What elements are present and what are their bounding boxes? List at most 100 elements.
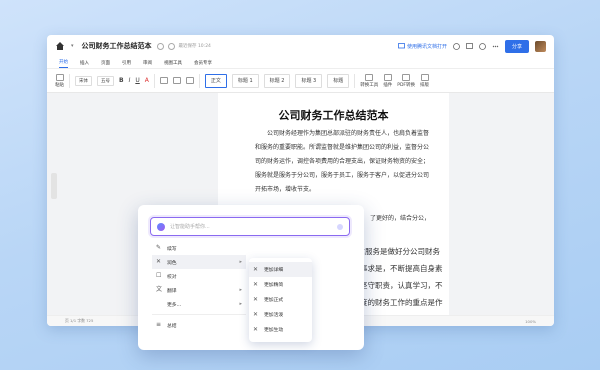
pdf-convert-label: PDF转换 bbox=[397, 82, 416, 88]
pen-icon: ✎ bbox=[156, 244, 162, 251]
more-icon[interactable] bbox=[492, 43, 499, 50]
convert-tools-button[interactable]: 转换工具 bbox=[360, 73, 379, 88]
saved-status: 最近保存 10:24 bbox=[178, 44, 211, 49]
submenu-item-label: 更加正式 bbox=[264, 298, 284, 303]
avatar[interactable] bbox=[535, 40, 546, 52]
sparkle-icon: ✕ bbox=[253, 265, 259, 273]
convert-icon bbox=[365, 73, 374, 81]
font-size-select[interactable]: 五号 bbox=[97, 75, 114, 86]
paste-button[interactable]: 粘贴 bbox=[55, 73, 64, 88]
tab-review[interactable]: 审阅 bbox=[143, 60, 152, 68]
submenu-item-formal[interactable]: ✕ 更加正式 bbox=[249, 292, 312, 307]
share-button[interactable]: 分享 bbox=[504, 39, 529, 53]
page-count: 页 1/1 字数 725 bbox=[65, 318, 94, 323]
chevron-down-icon[interactable]: ▾ bbox=[71, 43, 74, 49]
ai-command-menu: ✎ 续写 ✕ 润色 ▸ ☐ 校对 文 翻译 ▸ 更多... ▸ ≡ 总结 bbox=[152, 241, 246, 332]
style-heading-1[interactable]: 标题 1 bbox=[231, 73, 259, 88]
layout-icon bbox=[420, 73, 429, 81]
menu-item-polish[interactable]: ✕ 润色 ▸ bbox=[152, 255, 246, 269]
style-heading-3[interactable]: 标题 3 bbox=[295, 73, 323, 88]
tab-insert[interactable]: 插入 bbox=[80, 60, 89, 68]
divider bbox=[153, 73, 155, 88]
history-icon[interactable] bbox=[453, 42, 460, 50]
sparkle-icon: ✕ bbox=[253, 280, 259, 288]
tab-reference[interactable]: 引用 bbox=[122, 60, 131, 68]
more-icon bbox=[156, 301, 162, 307]
tab-member[interactable]: 会员专享 bbox=[194, 60, 212, 68]
paragraph-1: 公司财务经理作为集团总部派驻的财务责任人，也肩负着监督和服务的重要职能。所谓监督… bbox=[255, 130, 430, 193]
style-normal[interactable]: 正文 bbox=[204, 73, 227, 88]
cloud-icon[interactable] bbox=[167, 42, 175, 50]
sidebar-toggle[interactable] bbox=[51, 173, 57, 199]
document-title[interactable]: 公司财务工作总结范本 bbox=[82, 41, 152, 51]
help-icon[interactable] bbox=[479, 42, 486, 50]
toolbar: 粘贴 宋体 五号 B I U A 正文 标题 1 标题 2 标题 3 标题 转换… bbox=[47, 69, 554, 93]
summary-icon: ≡ bbox=[156, 321, 162, 328]
open-in-tencent-label: 使用腾讯文档打开 bbox=[406, 43, 447, 50]
underline-button[interactable]: U bbox=[135, 77, 139, 84]
submenu-item-label: 更加生动 bbox=[264, 328, 284, 333]
divider bbox=[354, 73, 356, 88]
menu-tabs: 开始 插入 页面 引用 审阅 视图工具 会员专享 bbox=[47, 57, 554, 69]
comment-icon[interactable] bbox=[466, 42, 473, 50]
tab-view-tools[interactable]: 视图工具 bbox=[164, 60, 182, 68]
submenu-item-detailed[interactable]: ✕ 更加详细 bbox=[249, 262, 312, 277]
style-heading-2[interactable]: 标题 2 bbox=[263, 73, 291, 88]
home-icon[interactable] bbox=[55, 41, 65, 51]
menu-item-proofread[interactable]: ☐ 校对 bbox=[152, 269, 246, 283]
menu-item-label: 总结 bbox=[167, 323, 177, 329]
submenu-item-label: 更加活泼 bbox=[264, 313, 284, 318]
tab-start[interactable]: 开始 bbox=[59, 59, 68, 68]
align-left-icon[interactable] bbox=[159, 77, 168, 84]
ai-logo-icon bbox=[157, 222, 165, 231]
star-icon[interactable] bbox=[156, 42, 164, 50]
polish-submenu: ✕ 更加详细 ✕ 更加精简 ✕ 更加正式 ✕ 更加活泼 ✕ 更加生动 bbox=[249, 258, 312, 342]
paste-label: 粘贴 bbox=[55, 82, 64, 88]
menu-item-translate[interactable]: 文 翻译 ▸ bbox=[152, 283, 246, 297]
submenu-item-vivid[interactable]: ✕ 更加生动 bbox=[249, 322, 312, 337]
style-title[interactable]: 标题 bbox=[327, 73, 350, 88]
check-icon: ☐ bbox=[156, 272, 162, 279]
menu-item-write[interactable]: ✎ 续写 bbox=[152, 241, 246, 255]
layout-button[interactable]: 排版 bbox=[420, 73, 430, 88]
convert-label: 转换工具 bbox=[360, 82, 379, 88]
document-heading: 公司财务工作总结范本 bbox=[278, 109, 389, 122]
font-family-select[interactable]: 宋体 bbox=[75, 75, 92, 86]
zoom-level[interactable]: 100% bbox=[525, 319, 536, 324]
align-right-icon[interactable] bbox=[185, 77, 194, 84]
sparkle-icon: ✕ bbox=[156, 258, 162, 265]
sparkle-icon: ✕ bbox=[253, 295, 259, 303]
open-in-tencent-button[interactable]: 使用腾讯文档打开 bbox=[398, 42, 447, 50]
submenu-item-label: 更加精简 bbox=[264, 283, 284, 288]
monitor-icon bbox=[398, 42, 405, 50]
divider bbox=[69, 73, 70, 88]
paragraph-2-text: 了更好的，结合分公， bbox=[369, 215, 430, 222]
layout-label: 排版 bbox=[420, 82, 430, 88]
divider bbox=[152, 314, 246, 315]
sparkle-icon: ✕ bbox=[253, 310, 259, 318]
divider bbox=[198, 73, 200, 88]
menu-item-label: 更多... bbox=[167, 302, 182, 308]
pdf-icon bbox=[402, 73, 411, 81]
plugins-button[interactable]: 插件 bbox=[383, 73, 393, 88]
font-color-button[interactable]: A bbox=[145, 77, 149, 84]
sparkle-icon: ✕ bbox=[253, 325, 259, 333]
clipboard-icon bbox=[55, 73, 64, 81]
submenu-item-concise[interactable]: ✕ 更加精简 bbox=[249, 277, 312, 292]
align-center-icon[interactable] bbox=[172, 77, 181, 84]
menu-item-label: 翻译 bbox=[167, 288, 177, 294]
translate-icon: 文 bbox=[156, 286, 163, 293]
menu-item-more[interactable]: 更多... ▸ bbox=[152, 297, 246, 311]
submenu-item-label: 更加详细 bbox=[264, 268, 284, 273]
menu-item-summary[interactable]: ≡ 总结 bbox=[152, 318, 246, 332]
plugin-icon bbox=[383, 73, 392, 81]
bold-button[interactable]: B bbox=[119, 77, 124, 84]
tab-page[interactable]: 页面 bbox=[101, 60, 110, 68]
menu-item-label: 润色 bbox=[167, 260, 177, 266]
italic-button[interactable]: I bbox=[129, 77, 131, 84]
send-icon[interactable] bbox=[337, 223, 343, 230]
ai-prompt-input[interactable]: 让智能助手帮你... bbox=[150, 217, 350, 236]
submenu-item-lively[interactable]: ✕ 更加活泼 bbox=[249, 307, 312, 322]
plugins-label: 插件 bbox=[383, 82, 393, 88]
pdf-convert-button[interactable]: PDF转换 bbox=[397, 73, 416, 88]
